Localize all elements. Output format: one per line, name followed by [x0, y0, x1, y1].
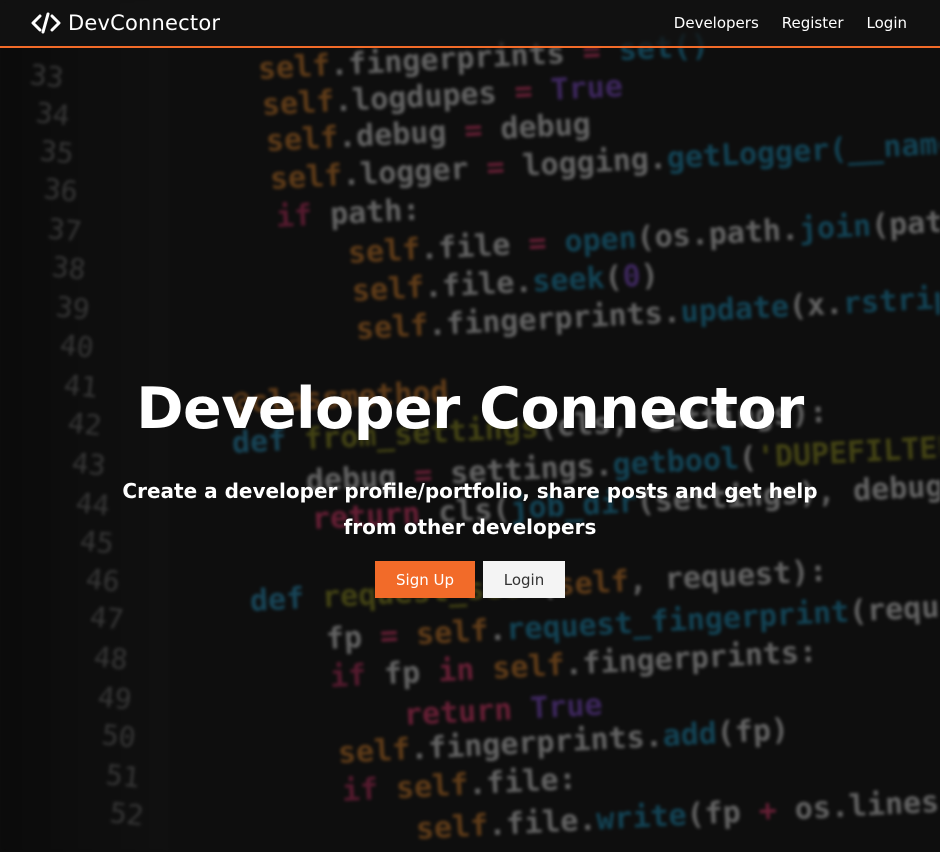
hero-title: Developer Connector	[136, 376, 804, 442]
hero-buttons: Sign Up Login	[0, 561, 940, 598]
landing-hero: Developer Connector Create a developer p…	[0, 0, 940, 852]
hero-lead: Create a developer profile/portfolio, sh…	[122, 479, 818, 539]
sign-up-button[interactable]: Sign Up	[375, 561, 475, 598]
landing-page: 33 34 35 36 37 38 39 40 41 42 43 44 45 4…	[0, 0, 940, 852]
login-button[interactable]: Login	[483, 561, 565, 598]
